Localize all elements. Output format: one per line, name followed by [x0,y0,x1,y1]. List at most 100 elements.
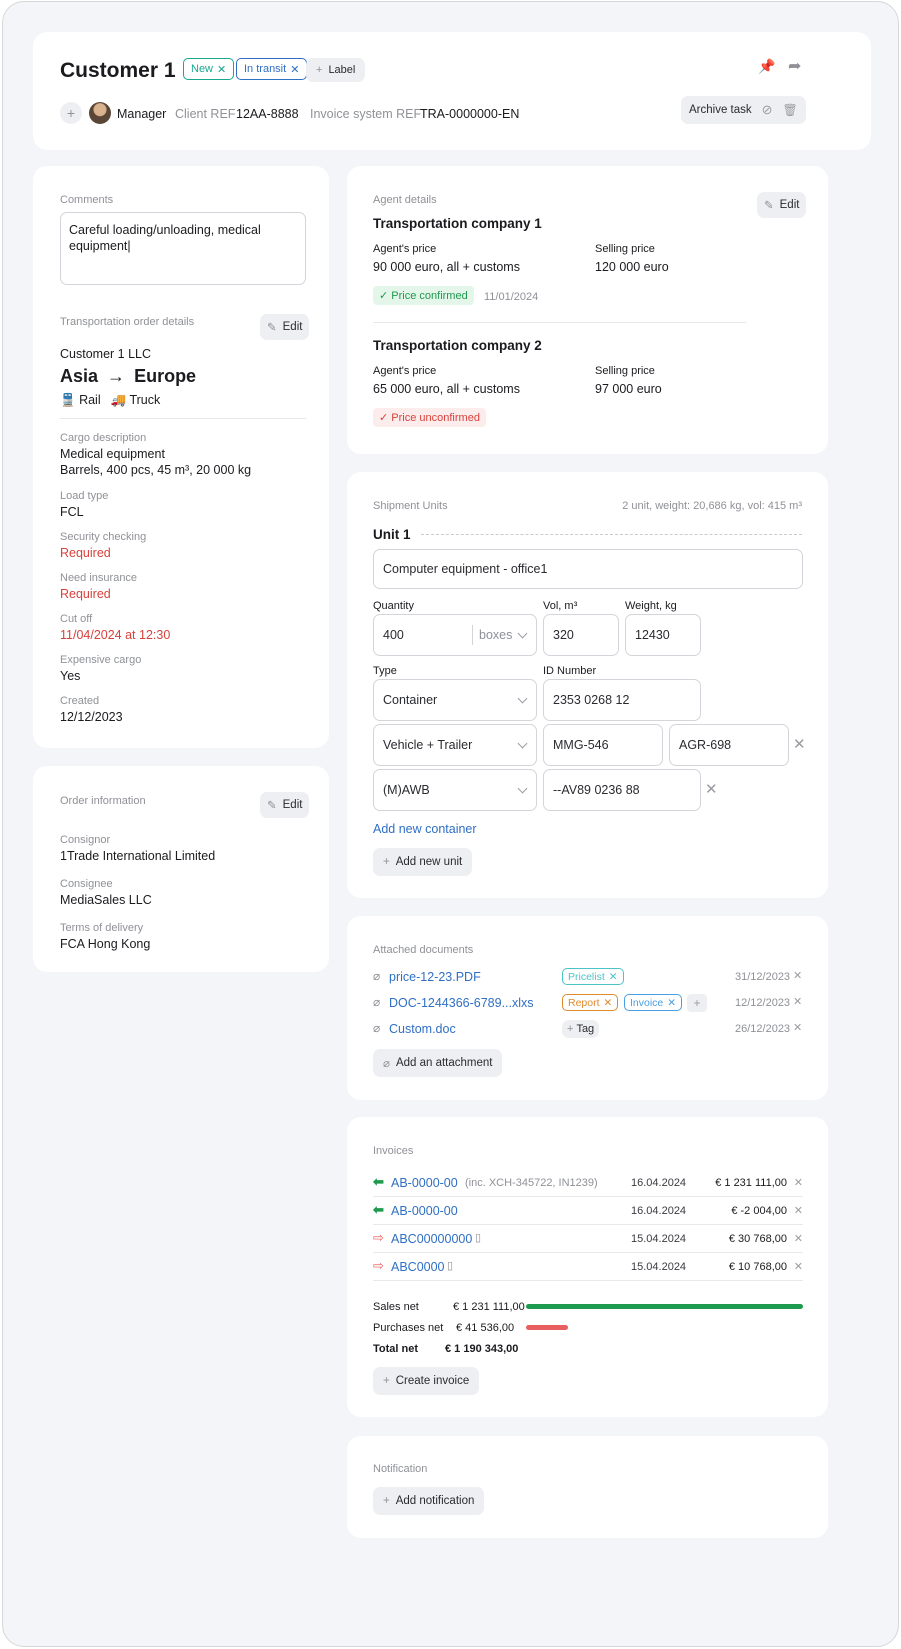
quantity-unit-select[interactable]: boxes [479,628,512,642]
purchases-bar-track [526,1325,803,1330]
id-input-2[interactable]: MMG-546 [543,724,663,766]
close-icon[interactable]: ✕ [609,971,618,983]
selling-price-1: Selling price 120 000 euro [595,243,669,274]
comments-textarea[interactable]: Careful loading/unloading, medical equip… [60,212,306,285]
remove-document-icon[interactable]: ✕ [793,1021,802,1034]
invoice-id[interactable]: AB-0000-00 [391,1204,458,1218]
invoice-date: 16.04.2024 [631,1177,687,1189]
remove-document-icon[interactable]: ✕ [793,969,802,982]
weight-input[interactable]: 12430 [625,614,701,656]
weight-label: Weight, kg [625,600,677,612]
route-to: Europe [134,366,197,386]
add-tag-button[interactable]: + [687,994,707,1012]
status-badge-unconfirmed: ✓ Price unconfirmed [373,408,486,427]
invoice-row[interactable]: ⇨ ABC0000 ▯ 15.04.2024 € 10 768,00 ✕ [373,1253,803,1281]
remove-invoice-icon[interactable]: ✕ [794,1176,803,1189]
chevron-down-icon [517,738,528,749]
purchases-net-value: € 41 536,00 [456,1322,515,1334]
tag-label: New [191,63,214,75]
documents-card: Attached documents ⌀ price-12-23.PDF Pri… [347,916,828,1100]
invoice-amount: € 1 231 111,00 [715,1177,787,1189]
paperclip-icon: ⌀ [373,969,381,983]
agent-card: Agent details ✎ Edit Transportation compa… [347,166,828,454]
id-input-1[interactable]: 2353 0268 12 [543,679,701,721]
edit-transport-button[interactable]: ✎ Edit [260,314,310,340]
invoice-amount: € -2 004,00 [731,1205,787,1217]
chevron-down-icon [517,783,528,794]
type-select-3[interactable]: (M)AWB [373,769,537,811]
comments-text: Careful loading/unloading, medical equip… [69,223,261,253]
invoice-id[interactable]: ABC00000000 [391,1232,472,1246]
order-title: Order information [60,795,146,807]
invoices-card: Invoices ⬅ AB-0000-00 (inc. XCH-345722, … [347,1117,828,1417]
avatar[interactable] [89,102,111,124]
invoice-id[interactable]: AB-0000-00 [391,1176,458,1190]
tag-new[interactable]: New ✕ [183,58,235,80]
document-link[interactable]: price-12-23.PDF [389,970,481,984]
field-cut-off: Cut off 11/04/2024 at 12:30 [60,613,171,642]
document-link[interactable]: DOC-1244366-6789...xlxs [389,996,534,1010]
document-link[interactable]: Custom.doc [389,1022,456,1036]
truck-icon: 🚚 [110,393,127,407]
client-ref-value: 12AA-8888 [236,107,299,121]
pin-icon[interactable]: 📌 [758,58,775,75]
close-icon[interactable]: ✕ [290,63,299,76]
transport-modes: 🚆 Rail 🚚 Truck [60,393,160,408]
arrow-right-icon: → [107,366,126,386]
paperclip-icon: ⌀ [373,1021,381,1035]
tag-in-transit[interactable]: In transit ✕ [236,58,308,80]
invoice-row[interactable]: ⬅ AB-0000-00 (inc. XCH-345722, IN1239) 1… [373,1169,803,1197]
total-net-label: Total net [373,1343,419,1355]
type-select-2[interactable]: Vehicle + Trailer [373,724,537,766]
block-icon[interactable]: ⊘ [762,102,773,118]
id-input-4[interactable]: --AV89 0236 88 [543,769,701,811]
doc-tag-pricelist[interactable]: Pricelist ✕ [562,968,624,985]
paperclip-icon: ⌀ [383,1058,390,1070]
doc-tag-invoice[interactable]: Invoice ✕ [624,994,683,1011]
pencil-icon: ✎ [764,200,774,212]
archive-task-button[interactable]: Archive task [689,104,752,116]
order-card: Order information ✎ Edit Consignor 1Trade… [33,766,329,972]
quantity-input[interactable]: 400 boxes [373,614,537,656]
invoice-row[interactable]: ⬅ AB-0000-00 16.04.2024 € -2 004,00 ✕ [373,1197,803,1225]
add-attachment-button[interactable]: ⌀ Add an attachment [373,1049,503,1077]
add-notification-button[interactable]: + Add notification [373,1487,485,1515]
trash-icon[interactable]: 🗑 [783,103,798,117]
type-label: Type [373,665,397,677]
plus-icon[interactable]: + [60,102,82,124]
invoice-row[interactable]: ⇨ ABC00000000 ▯ 15.04.2024 € 30 768,00 ✕ [373,1225,803,1253]
quantity-label: Quantity [373,600,414,612]
remove-document-icon[interactable]: ✕ [793,995,802,1008]
remove-invoice-icon[interactable]: ✕ [794,1204,803,1217]
share-icon[interactable]: ➦ [788,56,801,76]
add-tag-button[interactable]: + Tag [562,1020,600,1038]
add-label-button[interactable]: + Label [306,58,366,82]
remove-invoice-icon[interactable]: ✕ [794,1232,803,1245]
incoming-arrow-icon: ⬅ [373,1202,384,1217]
create-invoice-button[interactable]: + Create invoice [373,1367,480,1395]
close-icon[interactable]: ✕ [667,997,676,1009]
invoice-id[interactable]: ABC0000 [391,1260,445,1274]
remove-invoice-icon[interactable]: ✕ [794,1260,803,1273]
doc-tag-report[interactable]: Report ✕ [562,994,619,1011]
remove-row-icon[interactable]: ✕ [705,780,718,798]
confirmed-date: 11/01/2024 [484,291,539,303]
unit-separator [472,625,473,645]
edit-agent-button[interactable]: ✎ Edit [757,192,807,218]
archive-toolbar: Archive task ⊘ 🗑 [681,96,806,124]
unit-name-input[interactable]: Computer equipment - office1 [373,549,803,589]
add-container-link[interactable]: Add new container [373,822,477,836]
invoice-ref-value: TRA-0000000-EN [420,107,520,121]
remove-row-icon[interactable]: ✕ [793,735,806,753]
plus-icon: + [567,1023,574,1035]
close-icon[interactable]: ✕ [604,997,613,1009]
edit-order-button[interactable]: ✎ Edit [260,792,310,818]
train-icon: 🚆 [60,393,76,407]
close-icon[interactable]: ✕ [217,63,226,76]
paperclip-icon: ⌀ [373,995,381,1009]
id-input-3[interactable]: AGR-698 [669,724,789,766]
page-title: Customer 1 [60,59,176,82]
type-select-1[interactable]: Container [373,679,537,721]
add-unit-button[interactable]: + Add new unit [373,848,473,876]
vol-input[interactable]: 320 [543,614,619,656]
